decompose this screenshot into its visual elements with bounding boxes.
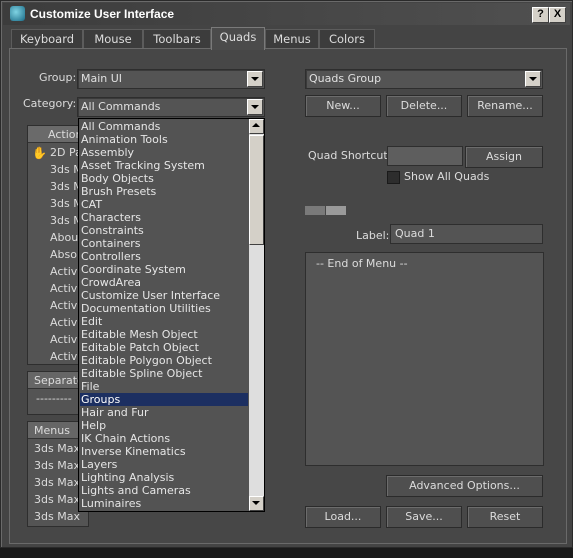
chevron-down-icon[interactable] (525, 71, 541, 87)
customize-ui-window: Customize User Interface ? X Keyboard Mo… (0, 0, 573, 548)
group-select[interactable]: Main UI (77, 69, 265, 89)
action-list-item[interactable]: Activ (50, 333, 77, 346)
title-bar[interactable]: Customize User Interface ? X (3, 3, 570, 25)
chevron-down-icon[interactable] (247, 71, 263, 87)
chevron-down-icon[interactable] (247, 99, 263, 115)
show-all-quads-checkbox[interactable] (387, 171, 400, 184)
quad-shortcut-label: Quad Shortcut: (308, 149, 392, 162)
assign-button[interactable]: Assign (465, 146, 543, 168)
chevron-down-icon (252, 501, 260, 505)
group-label: Group: (39, 71, 77, 84)
menus-list-item[interactable]: 3ds Max (34, 459, 80, 472)
category-option[interactable]: Luminaires (80, 497, 248, 510)
window-title: Customize User Interface (30, 7, 175, 21)
action-list-item[interactable]: Activ (50, 316, 77, 329)
new-button[interactable]: New... (305, 95, 381, 117)
quad-menu-tree[interactable]: -- End of Menu -- (305, 252, 544, 466)
category-option[interactable]: Controllers (80, 250, 248, 263)
menus-header-label: Menus (34, 424, 70, 437)
menus-list-item[interactable]: 3ds Max (34, 510, 80, 523)
category-option[interactable]: Edit (80, 315, 248, 328)
separator-header-label: Separato (34, 374, 84, 387)
save-button[interactable]: Save... (386, 506, 462, 528)
category-option[interactable]: Constraints (80, 224, 248, 237)
category-option[interactable]: CrowdArea (80, 276, 248, 289)
quad-preview-right[interactable] (326, 206, 346, 215)
category-option[interactable]: Hair and Fur (80, 406, 248, 419)
rename-button[interactable]: Rename... (467, 95, 543, 117)
category-option[interactable]: All Commands (80, 120, 248, 133)
load-button[interactable]: Load... (305, 506, 381, 528)
menu-tree-item[interactable]: -- End of Menu -- (316, 257, 408, 270)
action-list-item[interactable]: Activ (50, 350, 77, 363)
category-option[interactable]: Brush Presets (80, 185, 248, 198)
close-button[interactable]: X (549, 7, 566, 23)
action-list-item[interactable]: Activ (50, 299, 77, 312)
category-option[interactable]: IK Chain Actions (80, 432, 248, 445)
tab-menus[interactable]: Menus (265, 29, 319, 49)
category-option[interactable]: Containers (80, 237, 248, 250)
tab-keyboard[interactable]: Keyboard (11, 29, 83, 49)
category-option[interactable]: Characters (80, 211, 248, 224)
chevron-up-icon (252, 123, 260, 127)
separator-item[interactable]: --------- (36, 392, 72, 405)
menus-list-item[interactable]: 3ds Max (34, 493, 80, 506)
hand-cursor-icon: ✋ (32, 146, 47, 160)
quad-shortcut-field[interactable] (387, 146, 463, 166)
quad-preview-left[interactable] (305, 206, 325, 215)
quad-set-value: Quads Group (309, 72, 382, 85)
menus-list-item[interactable]: 3ds Max (34, 442, 80, 455)
category-select-value: All Commands (81, 100, 161, 113)
category-label: Category: (23, 97, 77, 110)
tab-mouse[interactable]: Mouse (83, 29, 143, 49)
category-option[interactable]: Lights and Cameras (80, 484, 248, 497)
category-option[interactable]: CAT (80, 198, 248, 211)
category-option[interactable]: Editable Spline Object (80, 367, 248, 380)
category-option[interactable]: Coordinate System (80, 263, 248, 276)
action-list-item[interactable]: Absol (50, 248, 80, 261)
category-option[interactable]: Editable Mesh Object (80, 328, 248, 341)
show-all-quads-label: Show All Quads (404, 170, 490, 183)
reset-button[interactable]: Reset (467, 506, 543, 528)
delete-button[interactable]: Delete... (386, 95, 462, 117)
group-select-value: Main UI (81, 72, 123, 85)
tab-colors[interactable]: Colors (319, 29, 375, 49)
scroll-up-button[interactable] (249, 119, 264, 134)
scroll-thumb[interactable] (249, 135, 264, 245)
category-select[interactable]: All Commands (77, 97, 265, 117)
app-icon (10, 6, 25, 21)
help-button[interactable]: ? (532, 7, 549, 23)
dropdown-scrollbar[interactable] (249, 119, 264, 511)
action-list-item[interactable]: Abou (50, 231, 78, 244)
category-option[interactable]: Customize User Interface (80, 289, 248, 302)
category-option[interactable]: Asset Tracking System (80, 159, 248, 172)
advanced-options-button[interactable]: Advanced Options... (386, 475, 543, 497)
quad-set-select[interactable]: Quads Group (305, 69, 543, 89)
category-option[interactable]: Editable Polygon Object (80, 354, 248, 367)
label-field[interactable]: Quad 1 (390, 224, 543, 244)
scroll-down-button[interactable] (249, 496, 264, 511)
action-list-item[interactable]: Activ (50, 265, 77, 278)
category-option[interactable]: Layers (80, 458, 248, 471)
category-option[interactable]: Assembly (80, 146, 248, 159)
category-option[interactable]: Lighting Analysis (80, 471, 248, 484)
tab-toolbars[interactable]: Toolbars (143, 29, 211, 49)
tab-quads[interactable]: Quads (211, 27, 265, 50)
label-label: Label: (356, 229, 390, 242)
category-option[interactable]: Help (80, 419, 248, 432)
category-option[interactable]: Editable Patch Object (80, 341, 248, 354)
category-option[interactable]: Inverse Kinematics (80, 445, 248, 458)
label-field-value: Quad 1 (395, 227, 435, 240)
category-option[interactable]: File (80, 380, 248, 393)
action-list-item[interactable]: Activ (50, 282, 77, 295)
category-option[interactable]: Documentation Utilities (80, 302, 248, 315)
category-option[interactable]: Animation Tools (80, 133, 248, 146)
category-dropdown-list[interactable]: All Commands Animation Tools Assembly Asset… (78, 118, 265, 512)
category-option[interactable]: Groups (80, 393, 248, 406)
category-option[interactable]: Body Objects (80, 172, 248, 185)
menus-list-item[interactable]: 3ds Max (34, 476, 80, 489)
